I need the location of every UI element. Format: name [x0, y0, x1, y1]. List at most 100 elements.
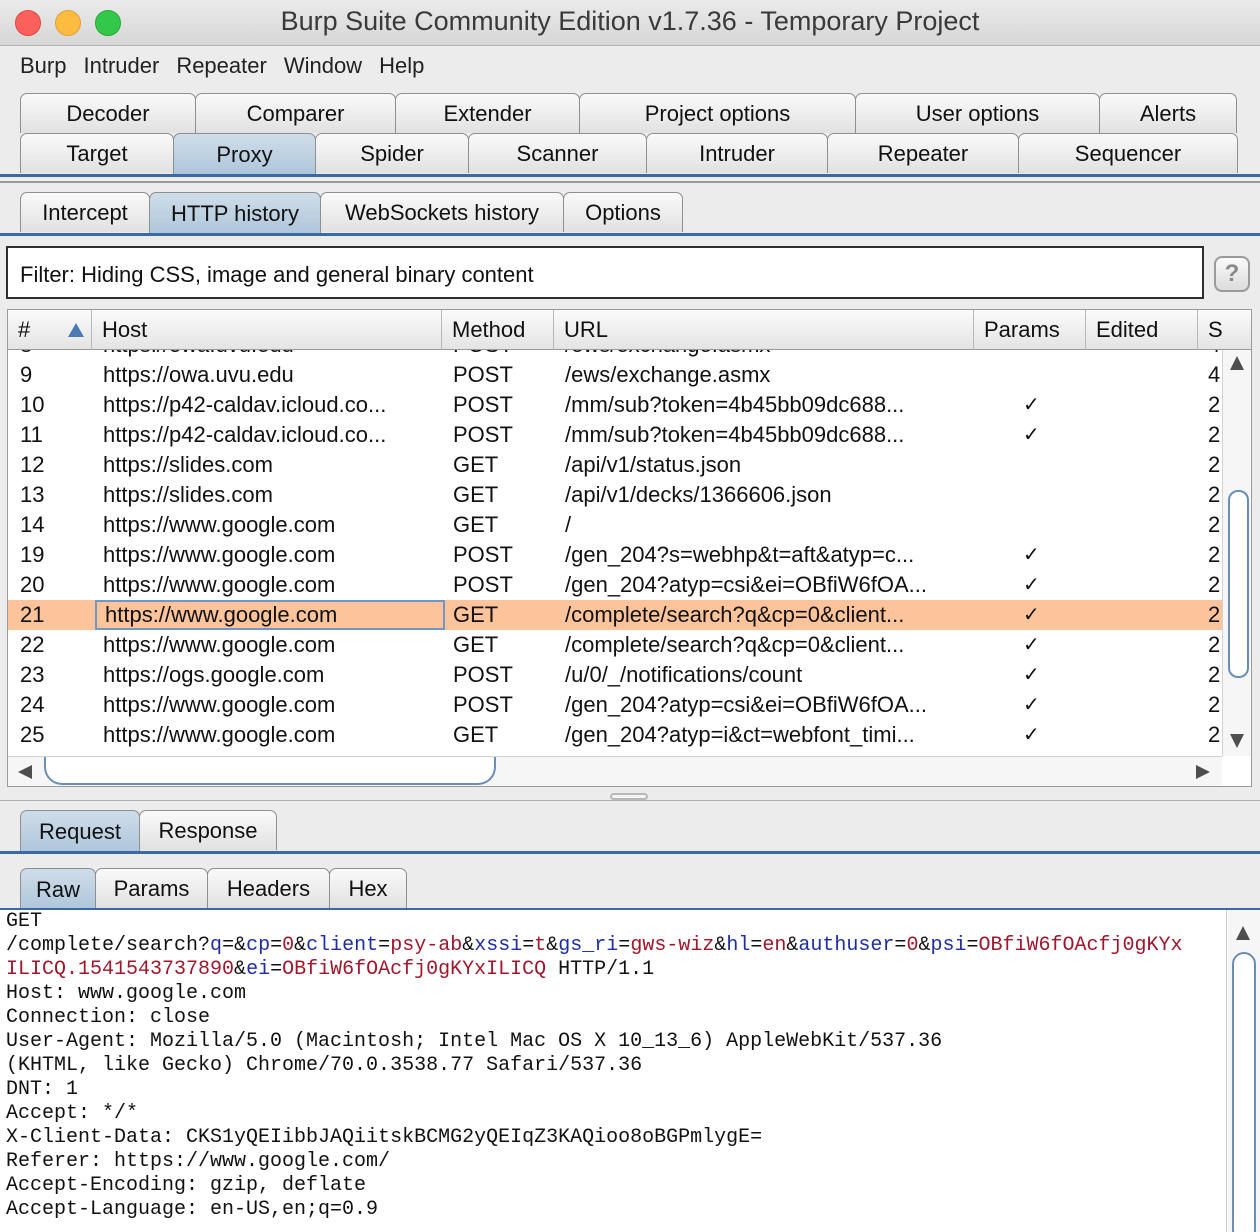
tab-spider[interactable]: Spider [315, 133, 469, 173]
tab-request[interactable]: Request [20, 810, 140, 852]
cell-host: https://slides.com [103, 482, 273, 507]
column-header-method[interactable]: Method [442, 310, 554, 350]
cell-number: 11 [20, 422, 43, 447]
tab-intruder[interactable]: Intruder [646, 133, 828, 173]
split-pane-handle[interactable] [610, 793, 648, 800]
raw-request-editor[interactable]: GET/complete/search?q=&cp=0&client=psy-a… [0, 910, 1226, 1232]
param-value: en [762, 934, 787, 957]
tab-http-history[interactable]: HTTP history [149, 192, 321, 234]
window-title: Burp Suite Community Edition v1.7.36 - T… [280, 6, 980, 36]
column-header-number[interactable]: # [8, 310, 92, 350]
tab-decoder[interactable]: Decoder [20, 93, 196, 133]
request-header-line: Referer: https://www.google.com/ [6, 1150, 391, 1173]
tab-scanner[interactable]: Scanner [468, 133, 647, 173]
table-row[interactable]: 25 https://www.google.com GET/gen_204?atyp… [8, 720, 1222, 750]
tab-response[interactable]: Response [139, 810, 277, 850]
table-row[interactable]: 23 https://ogs.google.com POST/u/0/_/notif… [8, 660, 1222, 690]
tab-websockets-history[interactable]: WebSockets history [320, 192, 564, 232]
params-check-icon: ✓ [1023, 544, 1040, 566]
tab-raw[interactable]: Raw [20, 868, 96, 910]
tab-headers[interactable]: Headers [207, 868, 330, 908]
help-icon[interactable]: ? [1214, 256, 1250, 292]
message-tabs-divider [0, 851, 1260, 854]
params-check-icon: ✓ [1023, 604, 1040, 626]
param-value: psy-ab [390, 934, 463, 957]
table-row[interactable]: 8 https://owa.uvu.edu POST/ews/exchange.as… [8, 350, 1222, 360]
table-horizontal-scrollbar[interactable] [8, 756, 1222, 786]
table-row[interactable]: 19 https://www.google.com POST/gen_204?s=w… [8, 540, 1222, 570]
tab-extender[interactable]: Extender [395, 93, 580, 133]
column-header-params[interactable]: Params [974, 310, 1086, 350]
menu-burp[interactable]: Burp [20, 53, 66, 79]
params-check-icon: ✓ [1023, 394, 1040, 416]
cell-url: /u/0/_/notifications/count [565, 662, 803, 687]
tab-proxy[interactable]: Proxy [173, 133, 316, 175]
scroll-up-icon[interactable] [1230, 356, 1244, 370]
tab-params[interactable]: Params [95, 868, 208, 908]
scroll-up-icon[interactable] [1236, 926, 1250, 940]
table-row[interactable]: 11 https://p42-caldav.icloud.co... POST/mm… [8, 420, 1222, 450]
cell-method: POST [453, 392, 513, 417]
cell-method: POST [453, 542, 513, 567]
column-header-edited[interactable]: Edited [1086, 310, 1198, 350]
column-header-host[interactable]: Host [92, 310, 442, 350]
menu-help[interactable]: Help [379, 53, 424, 79]
scroll-down-icon[interactable] [1230, 734, 1244, 748]
cell-number: 21 [20, 602, 45, 627]
request-vertical-scrollbar[interactable] [1226, 910, 1260, 1232]
request-header-line: Accept-Encoding: gzip, deflate [6, 1174, 367, 1197]
tab-sequencer[interactable]: Sequencer [1018, 133, 1238, 173]
table-vertical-scrollbar[interactable] [1222, 350, 1251, 756]
cell-host: https://www.google.com [103, 632, 336, 657]
table-row[interactable]: 24 https://www.google.com POST/gen_204?aty… [8, 690, 1222, 720]
scroll-thumb[interactable] [44, 757, 496, 785]
table-row[interactable]: 9 https://owa.uvu.edu POST/ews/exchange.as… [8, 360, 1222, 390]
menu-window[interactable]: Window [284, 53, 362, 79]
params-check-icon: ✓ [1023, 694, 1040, 716]
scroll-thumb[interactable] [1232, 952, 1256, 1232]
table-row[interactable]: 14 https://www.google.com GET / 2 [8, 510, 1222, 540]
filter-bar[interactable]: Filter: Hiding CSS, image and general bi… [6, 246, 1204, 299]
table-row[interactable]: 12 https://slides.com GET/api/v1/status.js… [8, 450, 1222, 480]
tab-alerts[interactable]: Alerts [1099, 93, 1237, 133]
tab-project-options[interactable]: Project options [579, 93, 856, 133]
cell-number: 23 [20, 662, 45, 687]
table-row[interactable]: 10 https://p42-caldav.icloud.co... POST/mm… [8, 390, 1222, 420]
table-row[interactable]: 22 https://www.google.com GET/complete/sea… [8, 630, 1222, 660]
cell-number: 19 [20, 542, 45, 567]
tab-user-options[interactable]: User options [855, 93, 1100, 133]
cell-method: GET [453, 632, 499, 657]
table-row[interactable]: 13 https://slides.com GET/api/v1/decks/136… [8, 480, 1222, 510]
param-value: OBfiW6fOAcfj0gKYxILICQ [282, 958, 547, 981]
params-check-icon: ✓ [1023, 424, 1040, 446]
tab-target[interactable]: Target [20, 133, 174, 173]
column-header-status[interactable]: S [1198, 310, 1251, 350]
scroll-left-icon[interactable] [18, 765, 32, 779]
request-header-line: Connection: close [6, 1006, 211, 1029]
tab-comparer[interactable]: Comparer [195, 93, 396, 133]
cell-method: POST [453, 422, 513, 447]
column-header-url[interactable]: URL [554, 310, 974, 350]
tab-repeater[interactable]: Repeater [827, 133, 1019, 173]
menu-repeater[interactable]: Repeater [176, 53, 267, 79]
tab-intercept[interactable]: Intercept [20, 192, 150, 232]
table-row[interactable]: 20 https://www.google.com POST/gen_204?aty… [8, 570, 1222, 600]
menu-intruder[interactable]: Intruder [83, 53, 159, 79]
scroll-right-icon[interactable] [1196, 765, 1210, 779]
table-row[interactable]: 21 https://www.google.com GET/complete/sea… [8, 600, 1222, 630]
scroll-thumb[interactable] [1228, 490, 1249, 678]
param-value: 0 [906, 934, 919, 957]
cell-url: /complete/search?q&cp=0&client... [565, 602, 905, 627]
cell-host: https://ogs.google.com [103, 662, 325, 687]
tab-hex[interactable]: Hex [329, 868, 407, 908]
request-header-line: Accept: */* [6, 1102, 139, 1125]
menu-bar: Burp Intruder Repeater Window Help [0, 47, 1260, 85]
param-value: gws-wiz [630, 934, 715, 957]
param-value: 0 [282, 934, 295, 957]
cell-number: 14 [20, 512, 45, 537]
request-header-line: X-Client-Data: CKS1yQEIibbJAQiitskBCMG2y… [6, 1126, 763, 1149]
params-check-icon: ✓ [1023, 664, 1040, 686]
tab-options[interactable]: Options [563, 192, 683, 232]
cell-number: 25 [20, 722, 45, 747]
title-bar: Burp Suite Community Edition v1.7.36 - T… [0, 0, 1260, 46]
